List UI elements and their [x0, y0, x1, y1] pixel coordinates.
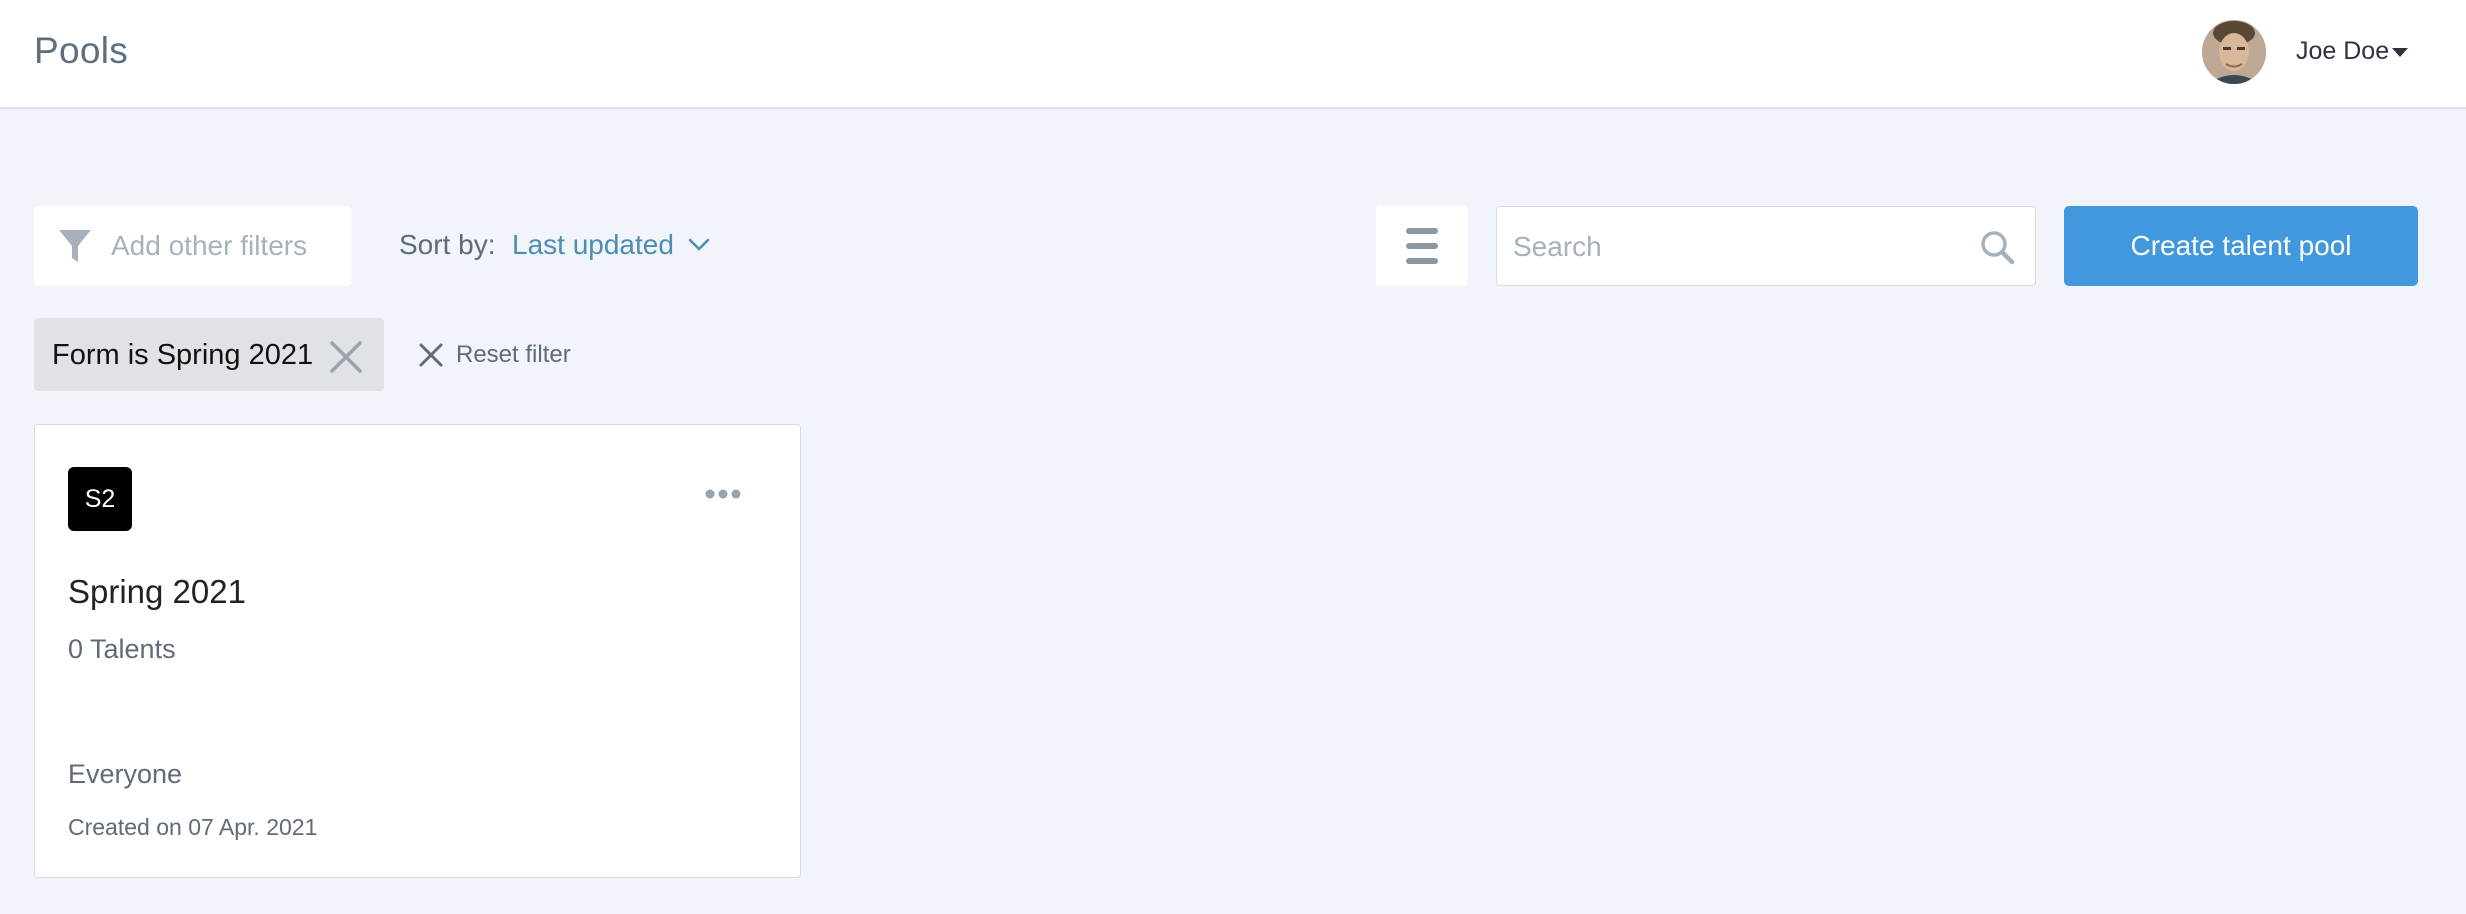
pool-created-date: Created on 07 Apr. 2021 — [68, 814, 318, 840]
chevron-down-icon[interactable] — [687, 234, 711, 254]
reset-filter-label: Reset filter — [456, 341, 571, 368]
more-options-icon[interactable] — [705, 487, 741, 501]
filter-icon — [59, 230, 91, 262]
pool-audience: Everyone — [68, 759, 183, 789]
list-icon — [1406, 228, 1438, 264]
top-header: Pools Joe Doe — [0, 0, 2466, 109]
search-input[interactable] — [1513, 229, 1953, 265]
search-box — [1496, 206, 2036, 286]
sort-dropdown[interactable]: Last updated — [512, 229, 674, 261]
pool-name[interactable]: Spring 2021 — [68, 573, 246, 611]
view-toggle-button[interactable] — [1376, 206, 1468, 286]
pool-talent-count: 0 Talents — [68, 634, 176, 664]
user-name[interactable]: Joe Doe — [2296, 37, 2389, 66]
add-filter-button[interactable]: Add other filters — [34, 206, 351, 286]
filter-placeholder: Add other filters — [111, 230, 308, 261]
close-icon[interactable] — [328, 339, 364, 375]
pool-badge: S2 — [68, 467, 132, 531]
close-icon — [419, 343, 443, 367]
filter-chip-label: Form is Spring 2021 — [52, 339, 314, 371]
user-avatar[interactable] — [2202, 20, 2266, 84]
page-title: Pools — [34, 30, 129, 71]
filter-chip: Form is Spring 2021 — [34, 318, 384, 391]
caret-down-icon[interactable] — [2392, 48, 2408, 57]
pool-card[interactable]: S2 Spring 2021 0 Talents Everyone Create… — [34, 424, 801, 878]
sort-label: Sort by: — [399, 229, 496, 260]
search-icon[interactable] — [1979, 229, 2015, 265]
create-talent-pool-button[interactable]: Create talent pool — [2064, 206, 2418, 286]
